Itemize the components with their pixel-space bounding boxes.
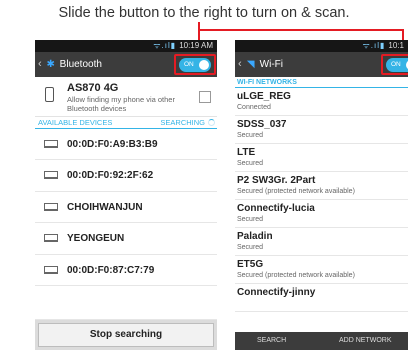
spinner-icon [208,119,215,126]
searching-status: SEARCHING [160,118,205,127]
network-item[interactable]: P2 SW3Gr. 2Part Secured (protected networ… [235,172,408,200]
status-time: 10:1 [388,41,404,50]
network-name: SDSS_037 [237,119,287,130]
network-status: Secured [237,132,264,139]
network-name: ET5G [237,259,264,270]
back-icon[interactable]: ‹ [238,58,242,70]
search-button[interactable]: SEARCH [257,332,286,350]
laptop-icon [44,234,58,243]
toggle-highlight [174,54,216,75]
bottom-bar: Stop searching [35,320,217,350]
signal-icon: ᯤ.ıl▮ [153,41,177,50]
network-name: uLGE_REG [237,91,291,102]
network-item[interactable]: Connectify-jinny [235,284,408,312]
add-network-button[interactable]: ADD NETWORK [339,332,392,350]
network-name: LTE [237,147,256,158]
bluetooth-icon: ✱ [46,59,55,70]
network-item[interactable]: SDSS_037 Secured [235,116,408,144]
available-devices-header: AVAILABLE DEVICES SEARCHING [35,117,217,129]
network-item[interactable]: Connectify-lucia Secured [235,200,408,228]
wifi-icon: ◥ [246,59,255,70]
device-name: CHOIHWANJUN [67,201,143,213]
action-bar: ‹ ✱ Bluetooth ON [35,52,217,77]
network-item[interactable]: Paladin Secured [235,228,408,256]
device-item[interactable]: 00:0D:F0:87:C7:79 [35,255,217,286]
device-item[interactable]: 00:0D:F0:A9:B3:B9 [35,129,217,161]
network-status: Connected [237,104,271,111]
laptop-icon [44,265,58,274]
device-name: 00:0D:F0:92:2F:62 [67,170,154,182]
network-status: Secured [237,244,264,251]
callout-line [198,29,404,31]
wifi-networks-header: WI-FI NETWORKS [235,77,408,88]
network-name: Connectify-lucia [237,203,315,214]
device-item[interactable]: CHOIHWANJUN [35,192,217,224]
stop-searching-button[interactable]: Stop searching [38,323,214,347]
toggle-highlight [381,54,408,75]
status-bar: ᯤ.ıl▮ 10:19 AM [35,40,217,52]
bluetooth-screen: ᯤ.ıl▮ 10:19 AM ‹ ✱ Bluetooth ON AS870 4G Al… [35,40,217,350]
network-name: Paladin [237,231,273,242]
my-device-row[interactable]: AS870 4G Allow finding my phone via othe… [35,77,217,117]
device-item[interactable]: 00:0D:F0:92:2F:62 [35,160,217,192]
wifi-bottom-bar: SEARCH ADD NETWORK [235,332,408,350]
wifi-screen: ᯤ.ıl▮ 10:1 ‹ ◥ Wi-Fi ON WI-FI NETWORKS uLGE… [235,40,408,350]
status-time: 10:19 AM [179,41,213,50]
screen-title: Wi-Fi [259,59,283,70]
network-status: Secured (protected network available) [237,272,355,279]
instruction-caption: Slide the button to the right to turn on… [58,5,350,21]
phone-icon [45,87,54,102]
network-name: Connectify-jinny [237,287,316,298]
action-bar: ‹ ◥ Wi-Fi ON [235,52,408,77]
back-icon[interactable]: ‹ [38,58,42,70]
network-status: Secured (protected network available) [237,188,355,195]
laptop-icon [44,171,58,180]
screen-title: Bluetooth [59,59,102,70]
laptop-icon [44,140,58,148]
device-item[interactable]: YEONGEUN [35,223,217,255]
empty-list-space [35,286,217,320]
device-name: 00:0D:F0:87:C7:79 [67,264,155,276]
my-device-visibility-text: Allow finding my phone via other Bluetoo… [67,95,175,113]
network-name: P2 SW3Gr. 2Part [237,175,316,186]
status-bar: ᯤ.ıl▮ 10:1 [235,40,408,52]
laptop-icon [44,202,58,211]
device-name: YEONGEUN [67,233,125,245]
network-item[interactable]: LTE Secured [235,144,408,172]
network-status: Secured [237,160,264,167]
network-item[interactable]: ET5G Secured (protected network available… [235,256,408,284]
my-device-name: AS870 4G [67,82,119,94]
device-name: 00:0D:F0:A9:B3:B9 [67,139,158,150]
visibility-checkbox[interactable] [199,91,211,103]
section-label: AVAILABLE DEVICES [38,118,113,127]
network-item[interactable]: uLGE_REG Connected [235,88,408,116]
network-status: Secured [237,216,264,223]
signal-icon: ᯤ.ıl▮ [362,41,386,50]
